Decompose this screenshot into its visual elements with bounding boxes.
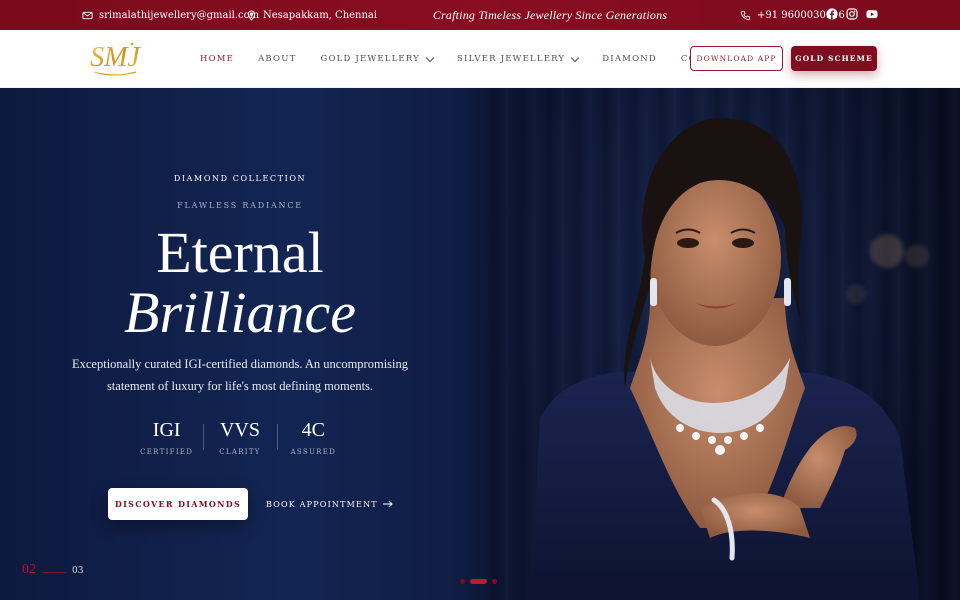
stat-value: VVS [219,419,260,441]
hero-sub-eyebrow: FLAWLESS RADIANCE [177,201,303,210]
nav-item-silver-jewellery[interactable]: SILVER JEWELLERY [456,53,580,64]
email-text: srimalathijewellery@gmail.com [99,9,260,21]
facebook-icon[interactable] [826,8,838,20]
nav-item-gold-jewellery[interactable]: GOLD JEWELLERY [320,53,435,64]
download-app-button[interactable]: DOWNLOAD APP [690,46,783,71]
chevron-down-icon [571,53,580,62]
arrow-right-icon [382,500,393,508]
logo-letters: SMJ [90,42,141,73]
nav-item-home[interactable]: HOME [200,54,234,64]
nav-label-silver-jewellery: SILVER JEWELLERY [456,54,566,64]
brand-logo[interactable]: SMJ [86,38,144,78]
nav-label-home: HOME [200,54,235,64]
location-pin-icon [247,10,256,21]
stat-item: VVS CLARITY [203,418,276,463]
discover-diamonds-button[interactable]: DISCOVER DIAMONDS [108,488,248,520]
social-links [826,8,878,20]
stat-label: ASSURED [290,448,337,456]
slide-progress-bar [42,572,66,573]
stat-label: CLARITY [219,448,261,456]
nav-item-diamond[interactable]: DIAMOND [602,54,657,64]
youtube-icon[interactable] [866,8,878,20]
mail-icon [82,11,93,19]
stat-value: IGI [152,419,181,441]
stat-value: 4C [301,419,325,441]
location-info: Nesapakkam, Chennai [246,0,377,30]
stat-item: IGI CERTIFIED [130,418,203,463]
email-contact[interactable]: srimalathijewellery@gmail.com [82,0,259,30]
slide-counter: 02 03 [22,562,83,578]
hero-eyebrow: DIAMOND COLLECTION [173,174,307,183]
hero-content: DIAMOND COLLECTION FLAWLESS RADIANCE Ete… [0,88,480,600]
hero-title-line2: Brilliance [124,280,356,345]
slide-dot-active[interactable] [470,579,487,584]
chevron-down-icon [425,53,435,62]
nav-label-gold-jewellery: GOLD JEWELLERY [320,54,420,64]
slide-current: 02 [22,562,36,577]
location-text: Nesapakkam, Chennai [263,9,378,21]
book-appointment-label: BOOK APPOINTMENT [266,499,378,509]
phone-icon [740,10,751,20]
top-info-bar: srimalathijewellery@gmail.com Nesapakkam… [0,0,960,30]
stat-item: 4C ASSURED [276,418,350,463]
book-appointment-link[interactable]: BOOK APPOINTMENT [266,488,393,520]
stat-label: CERTIFIED [140,448,194,456]
slide-total: 03 [72,566,84,576]
nav-label-diamond: DIAMOND [602,54,657,64]
instagram-icon[interactable] [846,8,858,20]
tagline: Crafting Timeless Jewellery Since Genera… [432,7,668,22]
nav-label-about: ABOUT [258,54,297,64]
main-navbar: SMJ HOME ABOUT GOLD JEWELLERY SILVER JEW… [0,30,960,88]
hero-slider: DIAMOND COLLECTION FLAWLESS RADIANCE Ete… [0,88,960,600]
slide-dot[interactable] [460,579,465,584]
hero-description: Exceptionally curated IGI-certified diam… [71,357,409,393]
nav-item-about[interactable]: ABOUT [258,54,296,64]
slide-dots [460,579,497,584]
primary-nav: HOME ABOUT GOLD JEWELLERY SILVER JEWELLE… [200,30,734,88]
gold-scheme-button[interactable]: GOLD SCHEME [791,46,877,71]
hero-stats: IGI CERTIFIED VVS CLARITY 4C ASSURED [130,418,350,463]
model-portrait-image [530,118,920,600]
smj-logo-icon: SMJ [90,42,141,76]
slide-dot[interactable] [492,579,497,584]
